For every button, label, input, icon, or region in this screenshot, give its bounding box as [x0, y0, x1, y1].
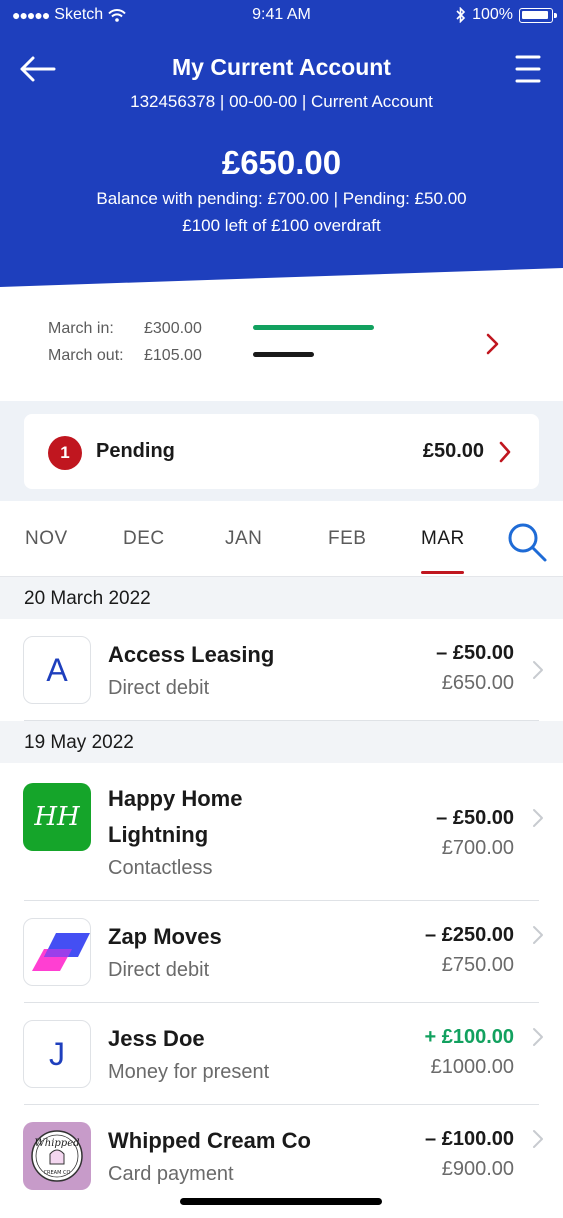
transaction-type: Direct debit [108, 677, 210, 699]
money-in-label: March in: [48, 320, 114, 337]
money-out-value: £105.00 [144, 347, 202, 364]
transaction-amount: – £250.00 [425, 924, 514, 946]
transaction-row-zap-moves[interactable]: Zap Moves Direct debit – £250.00 £750.00 [0, 901, 563, 1003]
tab-nov[interactable]: NOV [25, 528, 68, 550]
transaction-type: Money for present [108, 1061, 270, 1083]
running-balance: £1000.00 [430, 1056, 514, 1078]
letter-a-logo: A [23, 636, 91, 704]
merchant-name: Happy Home Lightning [108, 781, 242, 853]
battery-percent: 100% [472, 6, 513, 23]
account-header: ●●●●● Sketch 9:41 AM 100% My Current Acc… [0, 0, 563, 290]
transaction-amount: + £100.00 [424, 1026, 514, 1048]
money-in-row: March in: £300.00 [48, 320, 202, 338]
active-tab-indicator [421, 571, 464, 574]
account-title: My Current Account [172, 54, 391, 80]
status-right: 100% [456, 6, 557, 24]
money-out-bar [253, 352, 314, 357]
merchant-name: Zap Moves [108, 924, 222, 949]
transaction-type: Direct debit [108, 959, 210, 981]
merchant-name-line2: Lightning [108, 822, 209, 847]
merchant-name-line1: Happy Home [108, 786, 243, 811]
date-label: 19 May 2022 [24, 732, 134, 753]
pending-amount: £50.00 [422, 440, 484, 462]
account-balance: £650.00 [221, 144, 342, 181]
bluetooth-icon [456, 7, 466, 23]
chevron-right-icon [533, 1130, 543, 1148]
transaction-type: Contactless [108, 857, 213, 879]
menu-button[interactable] [513, 52, 543, 86]
transaction-type: Card payment [108, 1163, 234, 1185]
chevron-right-icon [533, 661, 543, 679]
chevron-right-icon [533, 809, 543, 827]
logo-wordmark: Whipped [34, 1138, 79, 1149]
date-header: 20 March 2022 [0, 577, 563, 619]
transaction-amount: – £50.00 [436, 807, 514, 829]
chevron-right-icon [533, 926, 543, 944]
pending-count-badge: 1 [48, 436, 82, 470]
money-in-value: £300.00 [144, 320, 202, 337]
transaction-amount: – £50.00 [436, 642, 514, 664]
month-tabs: NOV DEC JAN FEB MAR [0, 501, 563, 577]
date-label: 20 March 2022 [24, 588, 151, 609]
whipped-cream-logo: Whipped CREAM CO [23, 1122, 91, 1190]
chevron-right-icon [499, 441, 511, 463]
happy-home-logo-text: HH [33, 802, 81, 832]
tab-jan[interactable]: JAN [225, 528, 262, 550]
search-button[interactable] [506, 521, 548, 563]
hamburger-menu-icon [515, 55, 541, 83]
home-indicator[interactable] [180, 1198, 382, 1205]
transaction-row-access-leasing[interactable]: A Access Leasing Direct debit – £50.00 £… [0, 619, 563, 721]
zap-moves-logo [23, 918, 91, 986]
logo-subtext: CREAM CO [44, 1170, 71, 1176]
running-balance: £750.00 [441, 954, 514, 976]
pending-label: Pending [96, 440, 175, 462]
balance-with-pending: Balance with pending: £700.00 | Pending:… [96, 189, 467, 208]
overdraft-info: £100 left of £100 overdraft [182, 216, 381, 235]
pending-section: 1 Pending £50.00 [0, 401, 563, 501]
running-balance: £900.00 [441, 1158, 514, 1180]
chevron-right-icon [486, 333, 499, 355]
tab-feb[interactable]: FEB [328, 528, 366, 550]
tab-mar[interactable]: MAR [421, 528, 465, 550]
tab-dec[interactable]: DEC [123, 528, 165, 550]
battery-icon [519, 7, 557, 23]
account-details: 132456378 | 00-00-00 | Current Account [130, 92, 433, 111]
chevron-right-icon [533, 1028, 543, 1046]
letter-j-logo: J [23, 1020, 91, 1088]
money-out-label: March out: [48, 347, 124, 364]
search-icon [508, 523, 547, 562]
date-header: 19 May 2022 [0, 721, 563, 763]
status-bar: ●●●●● Sketch 9:41 AM 100% [0, 0, 563, 30]
running-balance: £700.00 [441, 837, 514, 859]
money-out-row: March out: £105.00 [48, 347, 202, 365]
transaction-amount: – £100.00 [425, 1128, 514, 1150]
merchant-name: Access Leasing [108, 642, 275, 667]
transaction-row-jess-doe[interactable]: J Jess Doe Money for present + £100.00 £… [0, 1003, 563, 1105]
transaction-row-happy-home[interactable]: HH Happy Home Lightning Contactless – £5… [0, 763, 563, 901]
month-summary[interactable]: March in: £300.00 March out: £105.00 [0, 305, 563, 401]
merchant-name: Whipped Cream Co [108, 1128, 311, 1153]
running-balance: £650.00 [441, 672, 514, 694]
transaction-row-whipped-cream[interactable]: Whipped CREAM CO Whipped Cream Co Card p… [0, 1105, 563, 1207]
pending-card[interactable]: 1 Pending £50.00 [24, 414, 539, 489]
money-in-bar [253, 325, 374, 330]
happy-home-logo: HH [23, 783, 91, 851]
merchant-name: Jess Doe [108, 1026, 205, 1051]
